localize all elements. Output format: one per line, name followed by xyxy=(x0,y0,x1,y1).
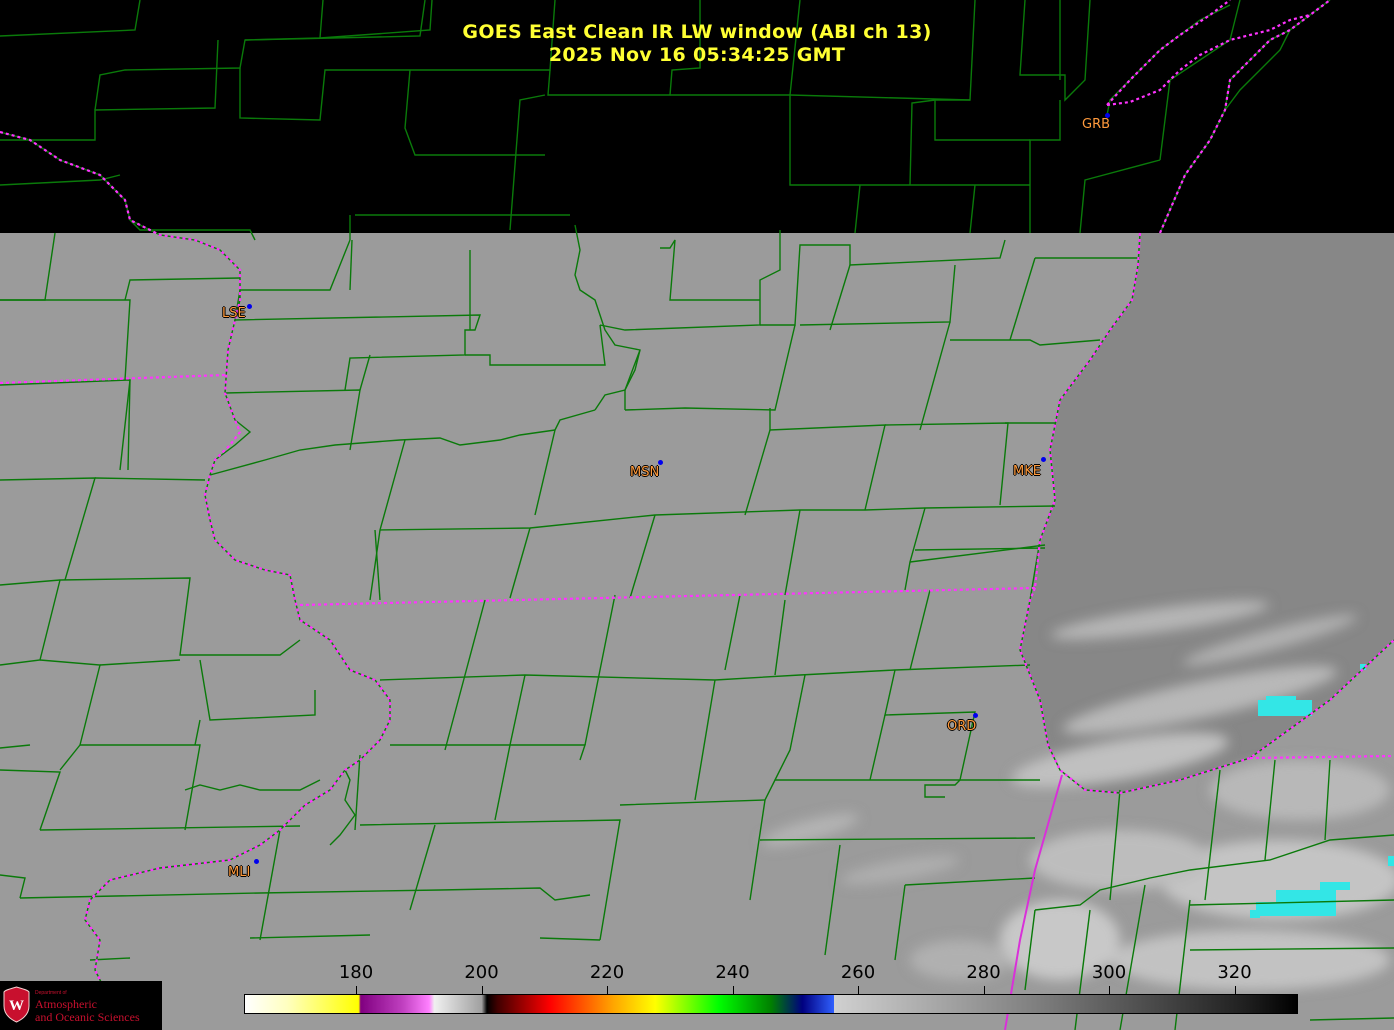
colorbar-tick-label: 320 xyxy=(1217,962,1252,983)
colorbar-tick-mark xyxy=(356,986,357,994)
colorbar-tick-mark xyxy=(983,986,985,994)
logo-dept-text: Department of xyxy=(35,990,67,996)
colorbar-tick-mark xyxy=(732,986,734,994)
title-line-2: 2025 Nov 16 05:34:25 GMT xyxy=(548,44,846,66)
logo-line-2: and Oceanic Sciences xyxy=(35,1010,140,1024)
colorbar-tick-mark xyxy=(1109,986,1110,994)
station-label: LSE xyxy=(222,306,246,321)
colorbar-tick-label: 180 xyxy=(338,962,374,983)
colorbar-tick-mark xyxy=(858,986,859,994)
uw-crest-icon: W xyxy=(3,986,30,1023)
svg-text:W: W xyxy=(9,998,24,1014)
station-label: ORD xyxy=(947,719,977,734)
colorbar-tick-mark xyxy=(1234,986,1236,994)
station-label: MLI xyxy=(228,865,251,880)
colorbar-tick-label: 240 xyxy=(715,962,750,983)
colorbar-tick-label: 300 xyxy=(1091,962,1127,983)
title-line-1: GOES East Clean IR LW window (ABI ch 13) xyxy=(462,21,932,43)
station-marker xyxy=(973,713,978,718)
station-label: MSN xyxy=(630,465,660,480)
station-marker xyxy=(1041,457,1046,462)
colorbar-tick-mark xyxy=(481,986,483,994)
colorbar-tick-label: 280 xyxy=(966,962,1001,983)
colorbar-tick-label: 200 xyxy=(464,962,499,983)
satellite-map xyxy=(0,0,1394,1030)
colorbar-tick-mark xyxy=(607,986,608,994)
station-label: MKE xyxy=(1013,464,1041,479)
aos-logo: W Department of Atmospheric and Oceanic … xyxy=(0,981,162,1030)
station-label: GRB xyxy=(1082,117,1111,132)
station-marker xyxy=(247,304,252,309)
station-marker xyxy=(254,859,259,864)
colorbar-tick-label: 220 xyxy=(589,962,625,983)
temperature-colorbar xyxy=(244,994,1298,1014)
colorbar-tick-label: 260 xyxy=(840,962,876,983)
